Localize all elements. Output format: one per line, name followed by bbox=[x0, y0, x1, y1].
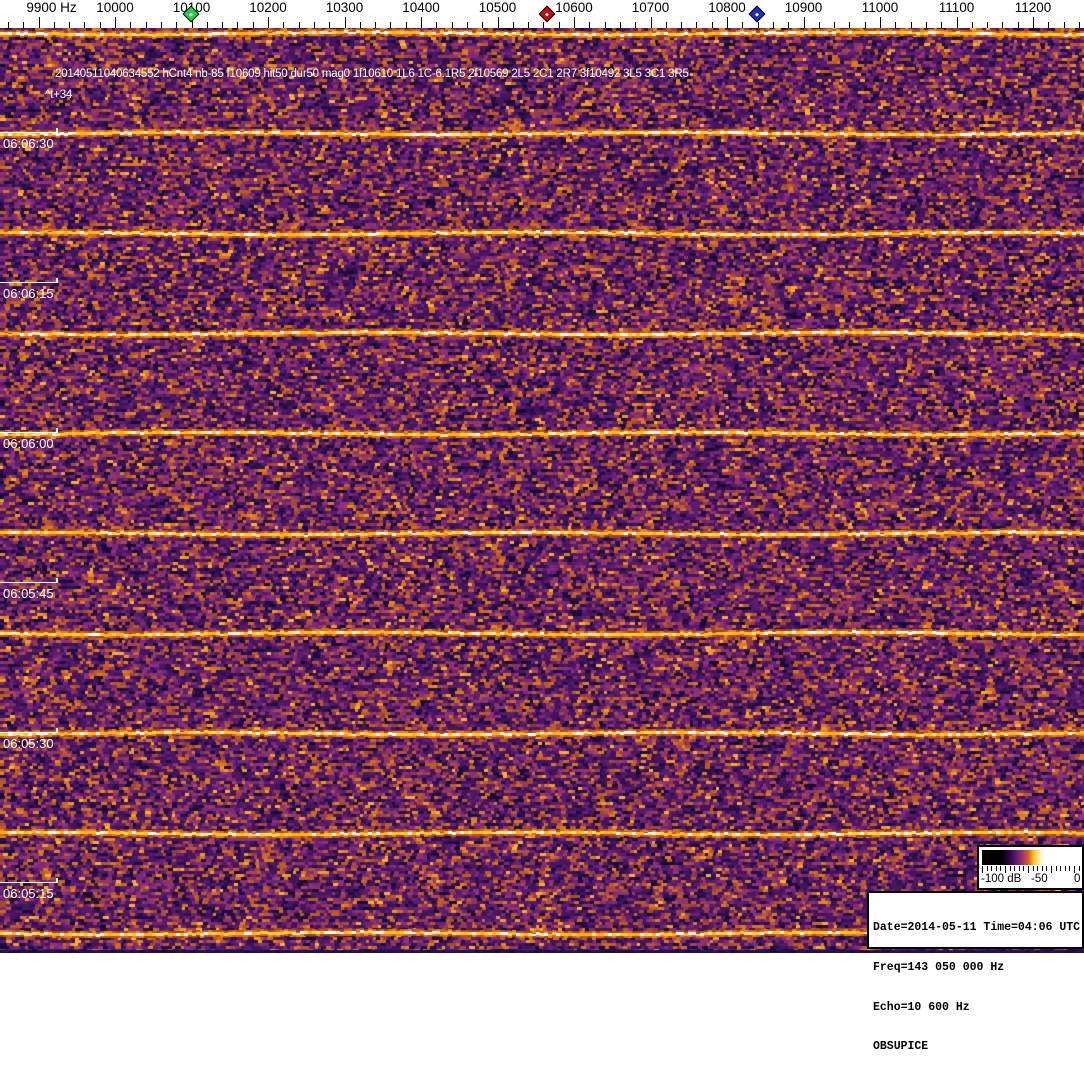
legend-tick bbox=[1028, 866, 1029, 873]
info-date-line: Date=2014-05-11 Time=04:06 UTC bbox=[873, 921, 1081, 935]
time-tick-line bbox=[0, 132, 58, 133]
time-tick-line bbox=[0, 432, 58, 433]
legend-tick bbox=[982, 866, 983, 873]
info-freq-line: Freq=143 050 000 Hz bbox=[873, 961, 1005, 975]
legend-tick bbox=[1005, 866, 1006, 873]
time-label: 06:06:15 bbox=[3, 286, 54, 301]
time-tick-nub bbox=[56, 878, 58, 883]
legend-tick bbox=[1037, 866, 1039, 871]
legend-tick bbox=[1046, 866, 1048, 871]
time-label: 06:05:30 bbox=[3, 736, 54, 751]
legend-tick bbox=[1000, 866, 1002, 871]
legend-tick bbox=[995, 866, 997, 871]
legend-tick bbox=[1009, 866, 1011, 871]
time-tick-line bbox=[0, 732, 58, 733]
time-offset-annotation: ^t+34 bbox=[45, 89, 73, 101]
db-legend-panel: -100 dB -50 0 bbox=[977, 845, 1084, 890]
time-label: 06:06:30 bbox=[3, 136, 54, 151]
legend-tick bbox=[1074, 866, 1075, 873]
legend-tick bbox=[1069, 866, 1071, 871]
time-label: 06:05:45 bbox=[3, 586, 54, 601]
time-label: 06:06:00 bbox=[3, 436, 54, 451]
legend-tick bbox=[1060, 866, 1062, 871]
time-tick-nub bbox=[56, 728, 58, 733]
info-echo-line: Echo=10 600 Hz bbox=[873, 1000, 970, 1014]
time-tick-nub bbox=[56, 278, 58, 283]
legend-tick bbox=[1018, 866, 1020, 871]
legend-tick bbox=[1078, 866, 1080, 871]
time-tick-line bbox=[0, 582, 58, 583]
time-tick-nub bbox=[56, 428, 58, 433]
db-gradient-bar bbox=[982, 850, 1080, 865]
time-tick-nub bbox=[56, 578, 58, 583]
time-tick-line bbox=[0, 882, 58, 883]
observation-info-box: Date=2014-05-11 Time=04:06 UTC Freq=143 … bbox=[867, 891, 1084, 1053]
legend-tick bbox=[991, 866, 993, 871]
legend-tick bbox=[1041, 866, 1043, 871]
db-label-mid: -50 bbox=[1031, 873, 1048, 885]
time-label: 06:05:15 bbox=[3, 886, 54, 901]
spectrogram-overlay: 20140511040634552 hCnt4 nb-85 f10609 hit… bbox=[0, 0, 1084, 953]
legend-tick bbox=[1032, 866, 1034, 871]
legend-tick bbox=[986, 866, 988, 871]
time-tick-line bbox=[0, 282, 58, 283]
meteor-spectrogram-window: 9900 Hz100001010010200103001040010500106… bbox=[0, 0, 1084, 1053]
db-label-max: 0 bbox=[1074, 873, 1081, 885]
legend-tick bbox=[1014, 866, 1016, 871]
legend-tick bbox=[1055, 866, 1057, 871]
info-station-line: OBSUPICE bbox=[873, 1040, 929, 1054]
event-annotation: 20140511040634552 hCnt4 nb-85 f10609 hit… bbox=[55, 68, 689, 80]
db-label-min: -100 dB bbox=[981, 873, 1022, 885]
legend-tick bbox=[1051, 866, 1052, 873]
legend-tick bbox=[1023, 866, 1025, 871]
time-tick-nub bbox=[56, 128, 58, 133]
legend-tick bbox=[1064, 866, 1066, 871]
